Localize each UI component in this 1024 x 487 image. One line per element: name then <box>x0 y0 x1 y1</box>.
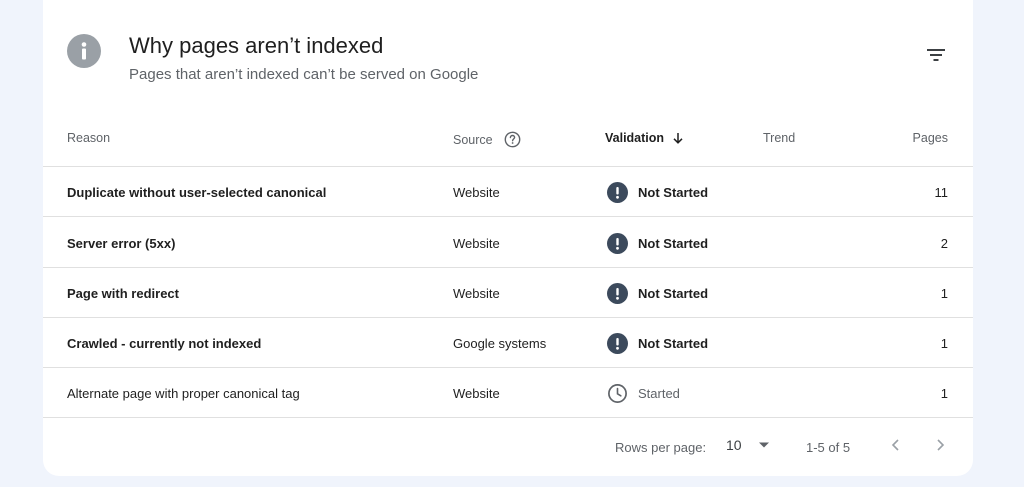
page-subtitle: Pages that aren’t indexed can’t be serve… <box>129 66 479 83</box>
next-page-button[interactable] <box>931 436 949 457</box>
column-header-trend: Trend <box>763 131 796 145</box>
pagination-range: 1-5 of 5 <box>806 440 851 455</box>
row-reason: Page with redirect <box>67 285 179 301</box>
rows-per-page-select[interactable]: 10 <box>726 437 770 453</box>
row-validation: Not Started <box>607 268 708 318</box>
validation-status: Not Started <box>638 235 709 251</box>
warning-icon <box>607 282 628 304</box>
filter-icon <box>927 49 945 61</box>
row-pages: 1 <box>940 335 948 351</box>
warning-icon <box>607 181 628 203</box>
info-icon <box>67 34 101 68</box>
warning-icon <box>607 332 628 354</box>
chevron-right-icon <box>937 439 945 451</box>
filter-button[interactable] <box>921 40 951 70</box>
row-validation: Not Started <box>607 318 708 368</box>
column-header-validation[interactable]: Validation <box>605 131 685 145</box>
validation-status: Not Started <box>638 184 709 200</box>
table-header: Reason Source Validation Trend Pages <box>43 110 973 167</box>
column-header-validation-label: Validation <box>605 131 665 145</box>
row-pages: 11 <box>934 184 949 200</box>
table-row[interactable]: Server error (5xx) Website Not Started 2 <box>43 218 973 268</box>
arrow-down-icon <box>673 133 683 144</box>
rows-per-page-value: 10 <box>726 437 742 453</box>
row-pages: 1 <box>940 385 948 401</box>
row-source: Website <box>453 285 500 301</box>
validation-status: Started <box>638 385 680 401</box>
card-header: Why pages aren’t indexed Pages that aren… <box>43 0 973 110</box>
caret-down-icon <box>758 442 769 448</box>
row-pages: 1 <box>940 285 948 301</box>
column-header-pages[interactable]: Pages <box>913 131 948 145</box>
row-source: Website <box>453 235 500 251</box>
pagination: Rows per page: 10 1-5 of 5 <box>43 420 973 476</box>
table-row[interactable]: Crawled - currently not indexed Google s… <box>43 318 973 368</box>
validation-status: Not Started <box>638 335 709 351</box>
row-validation: Not Started <box>607 218 708 268</box>
row-pages: 2 <box>940 235 948 251</box>
validation-status: Not Started <box>638 285 709 301</box>
column-header-source[interactable]: Source <box>453 131 521 148</box>
row-reason: Crawled - currently not indexed <box>67 335 262 351</box>
row-reason: Alternate page with proper canonical tag <box>67 385 300 401</box>
help-icon[interactable] <box>504 131 521 148</box>
row-reason: Server error (5xx) <box>67 235 176 251</box>
row-reason: Duplicate without user-selected canonica… <box>67 184 327 200</box>
row-validation: Started <box>607 368 680 418</box>
table-row[interactable]: Page with redirect Website Not Started 1 <box>43 268 973 318</box>
chevron-left-icon <box>891 439 899 451</box>
table-row[interactable]: Alternate page with proper canonical tag… <box>43 368 973 418</box>
indexing-card: Why pages aren’t indexed Pages that aren… <box>43 0 973 476</box>
column-header-source-label: Source <box>453 132 493 147</box>
previous-page-button[interactable] <box>887 436 905 457</box>
rows-per-page-label: Rows per page: <box>615 440 707 455</box>
table-row[interactable]: Duplicate without user-selected canonica… <box>43 167 973 217</box>
row-source: Website <box>453 385 500 401</box>
page-title: Why pages aren’t indexed <box>129 33 384 58</box>
clock-icon <box>607 383 628 404</box>
column-header-reason[interactable]: Reason <box>67 131 110 145</box>
row-validation: Not Started <box>607 167 708 217</box>
warning-icon <box>607 232 628 254</box>
row-source: Google systems <box>453 335 547 351</box>
row-source: Website <box>453 184 500 200</box>
